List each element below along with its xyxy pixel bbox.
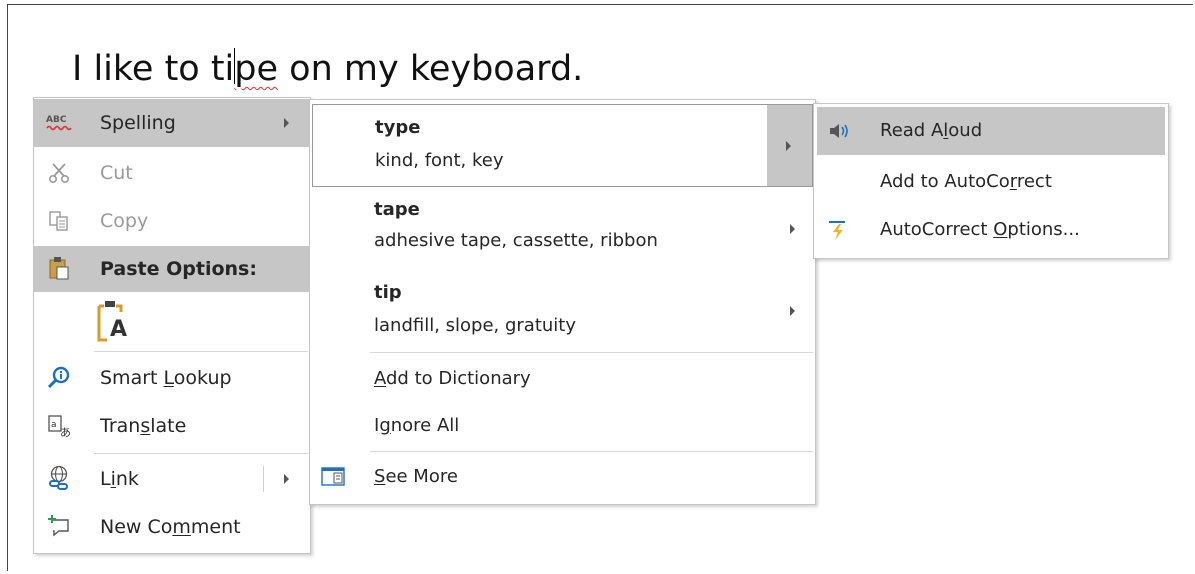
autocorrect-options-label: AutoCorrect Options...: [880, 219, 1080, 240]
translate-icon: aあ: [47, 414, 71, 438]
suggestion-options-menu: Read Aloud Add to AutoCorrect AutoCorrec…: [813, 103, 1169, 259]
menu-item-add-to-autocorrect[interactable]: Add to AutoCorrect: [814, 159, 1168, 205]
menu-separator: [370, 451, 813, 452]
menu-item-link[interactable]: Link: [34, 456, 310, 502]
paste-keep-text-only-icon: A: [96, 298, 132, 344]
see-more-label: See More: [374, 466, 458, 487]
split-divider: [263, 466, 264, 492]
svg-text:a: a: [51, 420, 57, 430]
svg-text:あ: あ: [60, 426, 71, 438]
document-line[interactable]: I like to tipe on my keyboard.: [72, 46, 583, 92]
suggestion-item[interactable]: type kind, font, key: [312, 104, 813, 187]
pane-icon: [321, 465, 345, 489]
spelling-badge-text: ABC: [46, 115, 67, 125]
chevron-right-icon: [284, 118, 289, 128]
cut-label: Cut: [100, 162, 133, 184]
paste-options-header: Paste Options:: [34, 246, 310, 292]
menu-separator: [94, 351, 308, 352]
copy-icon: [47, 209, 71, 233]
chevron-right-icon[interactable]: [790, 224, 795, 234]
copy-label: Copy: [100, 210, 149, 232]
suggestion-word: tip: [374, 282, 402, 303]
scissors-icon: [47, 161, 71, 185]
new-comment-label: New Comment: [100, 516, 241, 538]
menu-separator: [370, 352, 813, 353]
menu-item-translate[interactable]: aあ Translate: [34, 403, 310, 449]
suggestion-item[interactable]: tape adhesive tape, cassette, ribbon: [310, 188, 815, 268]
paste-clipboard-icon: [47, 256, 71, 280]
smart-lookup-icon: [47, 366, 71, 390]
menu-item-spelling[interactable]: ABC Spelling: [34, 99, 310, 147]
menu-item-new-comment[interactable]: New Comment: [34, 504, 310, 550]
suggestion-word: type: [375, 117, 421, 138]
chevron-right-icon[interactable]: [790, 306, 795, 316]
menu-item-cut[interactable]: Cut: [34, 150, 310, 196]
suggestion-item[interactable]: tip landfill, slope, gratuity: [310, 270, 815, 350]
menu-item-autocorrect-options[interactable]: AutoCorrect Options...: [814, 207, 1168, 253]
new-comment-icon: [47, 514, 71, 538]
menu-item-smart-lookup[interactable]: Smart Lookup: [34, 355, 310, 401]
paste-options-label: Paste Options:: [100, 258, 257, 280]
link-globe-icon: [47, 465, 71, 490]
spelling-check-icon: ABC: [45, 111, 75, 135]
chevron-right-icon: [786, 141, 791, 151]
translate-label: Translate: [100, 415, 187, 437]
autocorrect-lightning-icon: [826, 218, 850, 242]
smart-lookup-label: Smart Lookup: [100, 367, 232, 389]
menu-item-ignore-all[interactable]: Ignore All: [310, 403, 815, 449]
chevron-right-icon[interactable]: [284, 474, 289, 484]
read-aloud-label: Read Aloud: [880, 120, 983, 141]
menu-item-copy[interactable]: Copy: [34, 198, 310, 244]
paste-keep-text-only-button[interactable]: A: [34, 296, 310, 346]
text-after: on my keyboard.: [278, 49, 584, 89]
spelling-label: Spelling: [100, 112, 176, 134]
add-to-dictionary-label: Add to Dictionary: [374, 368, 531, 389]
context-menu: ABC Spelling Cut Copy Paste Options: A S…: [33, 97, 311, 554]
add-to-autocorrect-label: Add to AutoCorrect: [880, 171, 1052, 192]
misspelled-fragment[interactable]: pe: [234, 49, 278, 89]
spelling-suggestions-menu: type kind, font, key tape adhesive tape,…: [309, 99, 816, 505]
suggestion-expand-button[interactable]: [767, 105, 812, 186]
ignore-all-label: Ignore All: [374, 415, 460, 436]
link-label: Link: [100, 468, 139, 490]
suggestion-synonyms: kind, font, key: [375, 150, 504, 171]
menu-item-see-more[interactable]: See More: [310, 454, 815, 500]
suggestion-synonyms: landfill, slope, gratuity: [374, 315, 577, 336]
suggestion-word: tape: [374, 199, 420, 220]
paste-keep-text-glyph: A: [110, 317, 128, 342]
suggestion-synonyms: adhesive tape, cassette, ribbon: [374, 230, 658, 251]
speaker-icon: [827, 119, 851, 143]
text-before-caret: I like to ti: [72, 49, 235, 89]
menu-item-read-aloud[interactable]: Read Aloud: [817, 107, 1165, 155]
menu-item-add-to-dictionary[interactable]: Add to Dictionary: [310, 356, 815, 402]
menu-separator: [94, 453, 308, 454]
